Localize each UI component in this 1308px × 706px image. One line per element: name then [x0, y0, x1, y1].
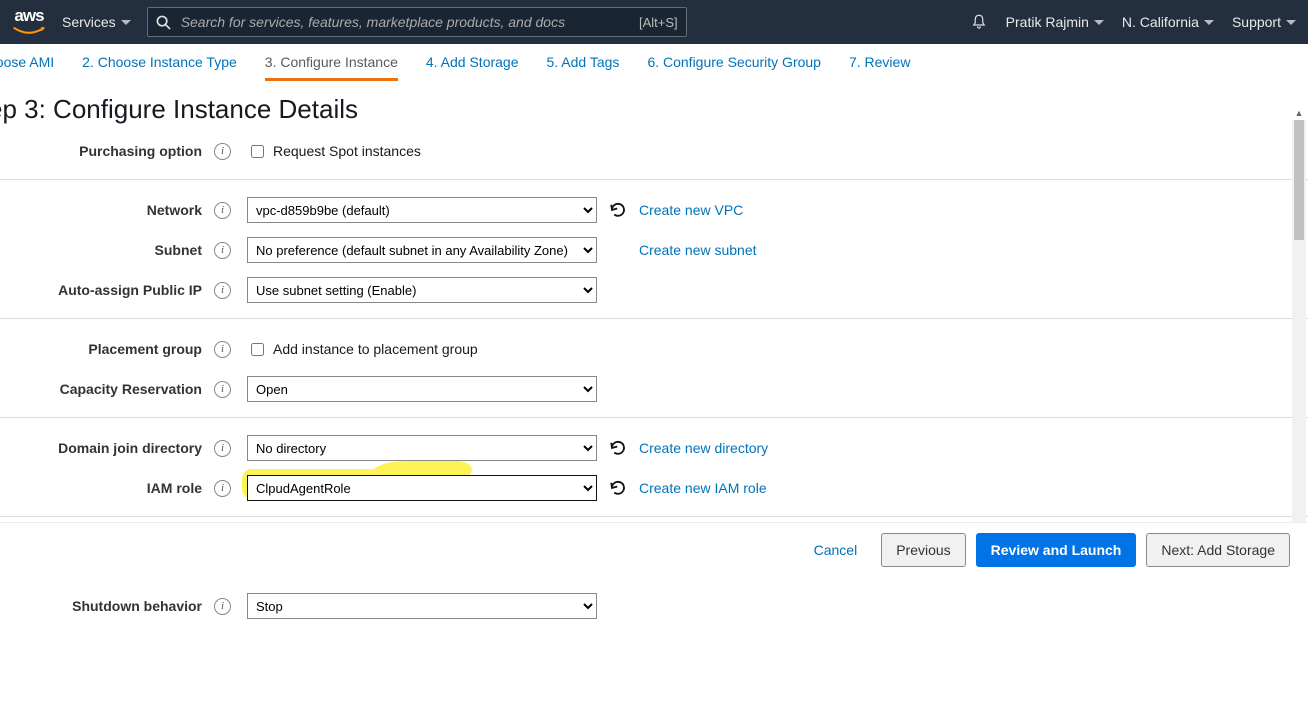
- label-purchasing: Purchasing option: [0, 143, 208, 159]
- tab-choose-instance-type[interactable]: 2. Choose Instance Type: [82, 54, 237, 81]
- label-shutdown: Shutdown behavior: [0, 598, 208, 614]
- create-subnet-link[interactable]: Create new subnet: [639, 242, 757, 258]
- domainjoin-select[interactable]: No directory: [247, 435, 597, 461]
- main-content: noose AMI 2. Choose Instance Type 3. Con…: [0, 44, 1308, 706]
- autoip-select[interactable]: Use subnet setting (Enable): [247, 277, 597, 303]
- caret-down-icon: [1204, 20, 1214, 25]
- iam-role-select[interactable]: ClpudAgentRole: [247, 475, 597, 501]
- info-icon[interactable]: i: [214, 242, 231, 259]
- row-subnet: Subnet i No preference (default subnet i…: [0, 230, 1308, 270]
- label-autoip: Auto-assign Public IP: [0, 282, 208, 298]
- row-domain-join: Domain join directory i No directory Cre…: [0, 428, 1308, 468]
- label-placement: Placement group: [0, 341, 208, 357]
- region-menu[interactable]: N. California: [1122, 14, 1214, 30]
- caret-down-icon: [1286, 20, 1296, 25]
- region-name: N. California: [1122, 14, 1199, 30]
- create-iam-role-link[interactable]: Create new IAM role: [639, 480, 767, 496]
- top-right: Pratik Rajmin N. California Support: [970, 13, 1296, 31]
- create-vpc-link[interactable]: Create new VPC: [639, 202, 743, 218]
- label-capacity: Capacity Reservation: [0, 381, 208, 397]
- info-icon[interactable]: i: [214, 480, 231, 497]
- search-box[interactable]: [Alt+S]: [147, 7, 687, 37]
- footer-actions: Cancel Previous Review and Launch Next: …: [0, 522, 1308, 577]
- scrollbar-thumb[interactable]: [1294, 120, 1304, 240]
- row-capacity-reservation: Capacity Reservation i Open: [0, 369, 1308, 409]
- previous-button[interactable]: Previous: [881, 533, 965, 567]
- placement-checkbox-wrap[interactable]: Add instance to placement group: [247, 340, 478, 359]
- services-label: Services: [62, 14, 116, 30]
- create-directory-link[interactable]: Create new directory: [639, 440, 768, 456]
- tab-security-group[interactable]: 6. Configure Security Group: [647, 54, 821, 81]
- info-icon[interactable]: i: [214, 282, 231, 299]
- request-spot-checkbox[interactable]: [251, 145, 264, 158]
- notifications-icon[interactable]: [970, 13, 988, 31]
- capacity-select[interactable]: Open: [247, 376, 597, 402]
- aws-logo[interactable]: aws: [12, 8, 46, 36]
- info-icon[interactable]: i: [214, 202, 231, 219]
- tab-choose-ami[interactable]: noose AMI: [0, 54, 54, 81]
- tab-review[interactable]: 7. Review: [849, 54, 910, 81]
- info-icon[interactable]: i: [214, 381, 231, 398]
- label-domainjoin: Domain join directory: [0, 440, 208, 456]
- request-spot-label: Request Spot instances: [273, 143, 421, 159]
- row-auto-assign-ip: Auto-assign Public IP i Use subnet setti…: [0, 270, 1308, 310]
- scroll-up-arrow[interactable]: ▲: [1292, 106, 1306, 120]
- placement-label-text: Add instance to placement group: [273, 341, 478, 357]
- support-menu[interactable]: Support: [1232, 14, 1296, 30]
- info-icon[interactable]: i: [214, 143, 231, 160]
- label-iam: IAM role: [0, 480, 208, 496]
- refresh-icon[interactable]: [609, 479, 627, 497]
- vertical-scrollbar[interactable]: ▲ ▼: [1292, 120, 1306, 524]
- info-icon[interactable]: i: [214, 341, 231, 358]
- refresh-icon[interactable]: [609, 201, 627, 219]
- tab-add-storage[interactable]: 4. Add Storage: [426, 54, 519, 81]
- placement-checkbox[interactable]: [251, 343, 264, 356]
- refresh-icon[interactable]: [609, 439, 627, 457]
- caret-down-icon: [121, 20, 131, 25]
- tab-add-tags[interactable]: 5. Add Tags: [547, 54, 620, 81]
- aws-logo-text: aws: [14, 6, 43, 26]
- cancel-button[interactable]: Cancel: [800, 534, 872, 566]
- row-network: Network i vpc-d859b9be (default) Create …: [0, 190, 1308, 230]
- subnet-select[interactable]: No preference (default subnet in any Ava…: [247, 237, 597, 263]
- wizard-steps: noose AMI 2. Choose Instance Type 3. Con…: [0, 44, 1308, 82]
- tab-configure-instance[interactable]: 3. Configure Instance: [265, 54, 398, 81]
- support-label: Support: [1232, 14, 1281, 30]
- row-placement-group: Placement group i Add instance to placem…: [0, 329, 1308, 369]
- search-shortcut: [Alt+S]: [639, 15, 678, 30]
- row-iam-role: IAM role i ClpudAgentRole Create new IAM…: [0, 468, 1308, 508]
- info-icon[interactable]: i: [214, 598, 231, 615]
- next-button[interactable]: Next: Add Storage: [1146, 533, 1290, 567]
- shutdown-select[interactable]: Stop: [247, 593, 597, 619]
- top-nav: aws Services [Alt+S] Pratik Rajmin N. Ca…: [0, 0, 1308, 44]
- network-select[interactable]: vpc-d859b9be (default): [247, 197, 597, 223]
- account-name: Pratik Rajmin: [1006, 14, 1089, 30]
- account-menu[interactable]: Pratik Rajmin: [1006, 14, 1104, 30]
- review-and-launch-button[interactable]: Review and Launch: [976, 533, 1137, 567]
- search-input[interactable]: [179, 13, 631, 31]
- services-menu[interactable]: Services: [62, 14, 131, 30]
- row-shutdown: Shutdown behavior i Stop: [0, 586, 1308, 626]
- label-network: Network: [0, 202, 208, 218]
- caret-down-icon: [1094, 20, 1104, 25]
- purchasing-checkbox-wrap[interactable]: Request Spot instances: [247, 142, 421, 161]
- aws-smile-icon: [12, 26, 46, 36]
- row-purchasing-option: Purchasing option i Request Spot instanc…: [0, 131, 1308, 171]
- search-icon: [156, 15, 171, 30]
- page-title: ep 3: Configure Instance Details: [0, 94, 1308, 125]
- info-icon[interactable]: i: [214, 440, 231, 457]
- label-subnet: Subnet: [0, 242, 208, 258]
